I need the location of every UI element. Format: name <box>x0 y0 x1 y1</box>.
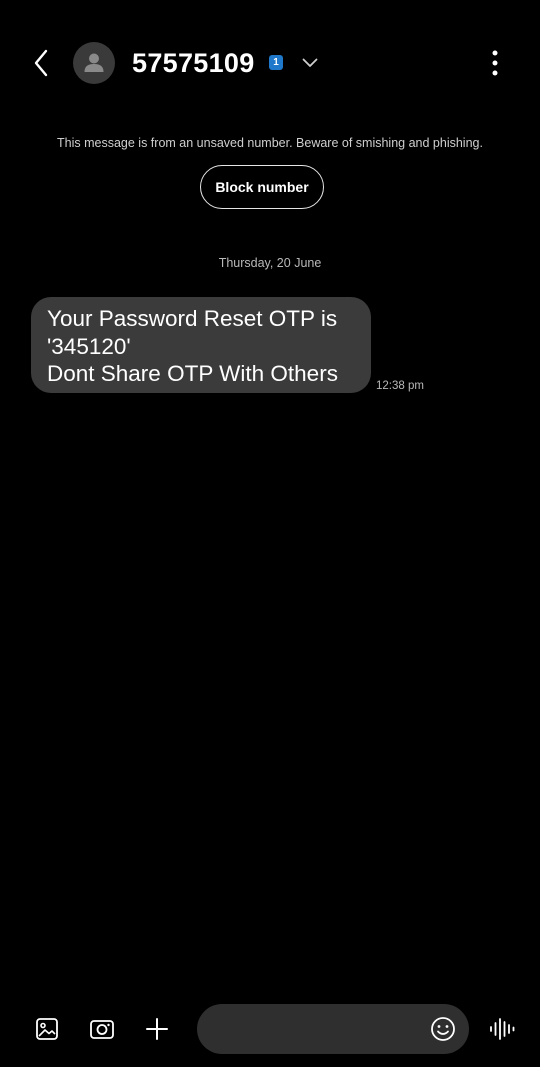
unsaved-number-warning: This message is from an unsaved number. … <box>57 136 483 150</box>
contact-number[interactable]: 57575109 <box>132 43 255 83</box>
message-line: '345120' <box>47 333 131 359</box>
message-input[interactable] <box>215 1004 429 1056</box>
camera-icon <box>90 1020 114 1039</box>
plus-icon <box>146 1018 168 1040</box>
person-icon <box>84 53 104 72</box>
message-bubble[interactable]: Your Password Reset OTP is '345120' Dont… <box>31 297 371 393</box>
block-number-button[interactable]: Block number <box>200 165 324 209</box>
chevron-down-icon <box>302 58 318 67</box>
voice-icon <box>490 1018 515 1040</box>
gallery-button[interactable] <box>32 1014 62 1044</box>
back-arrow-icon <box>34 49 48 77</box>
contact-details-toggle[interactable] <box>298 51 322 75</box>
more-vertical-icon <box>492 50 498 76</box>
message-line: Dont Share OTP With Others <box>47 361 338 386</box>
attach-button[interactable] <box>142 1014 172 1044</box>
conversation-header: 57575109 1 <box>0 0 540 125</box>
message-composer <box>0 1000 540 1060</box>
message-line: Your Password Reset OTP is <box>47 306 338 331</box>
voice-record-button[interactable] <box>486 1014 518 1044</box>
emoji-icon <box>431 1017 455 1041</box>
message-timestamp: 12:38 pm <box>376 380 424 392</box>
avatar[interactable] <box>73 42 115 84</box>
gallery-icon <box>36 1018 58 1040</box>
message-input-container[interactable] <box>197 1004 469 1056</box>
sim-badge: 1 <box>269 55 283 70</box>
more-options-button[interactable] <box>480 46 510 80</box>
back-button[interactable] <box>22 44 60 82</box>
camera-button[interactable] <box>87 1014 117 1044</box>
date-divider: Thursday, 20 June <box>218 256 322 270</box>
emoji-button[interactable] <box>429 1015 457 1043</box>
